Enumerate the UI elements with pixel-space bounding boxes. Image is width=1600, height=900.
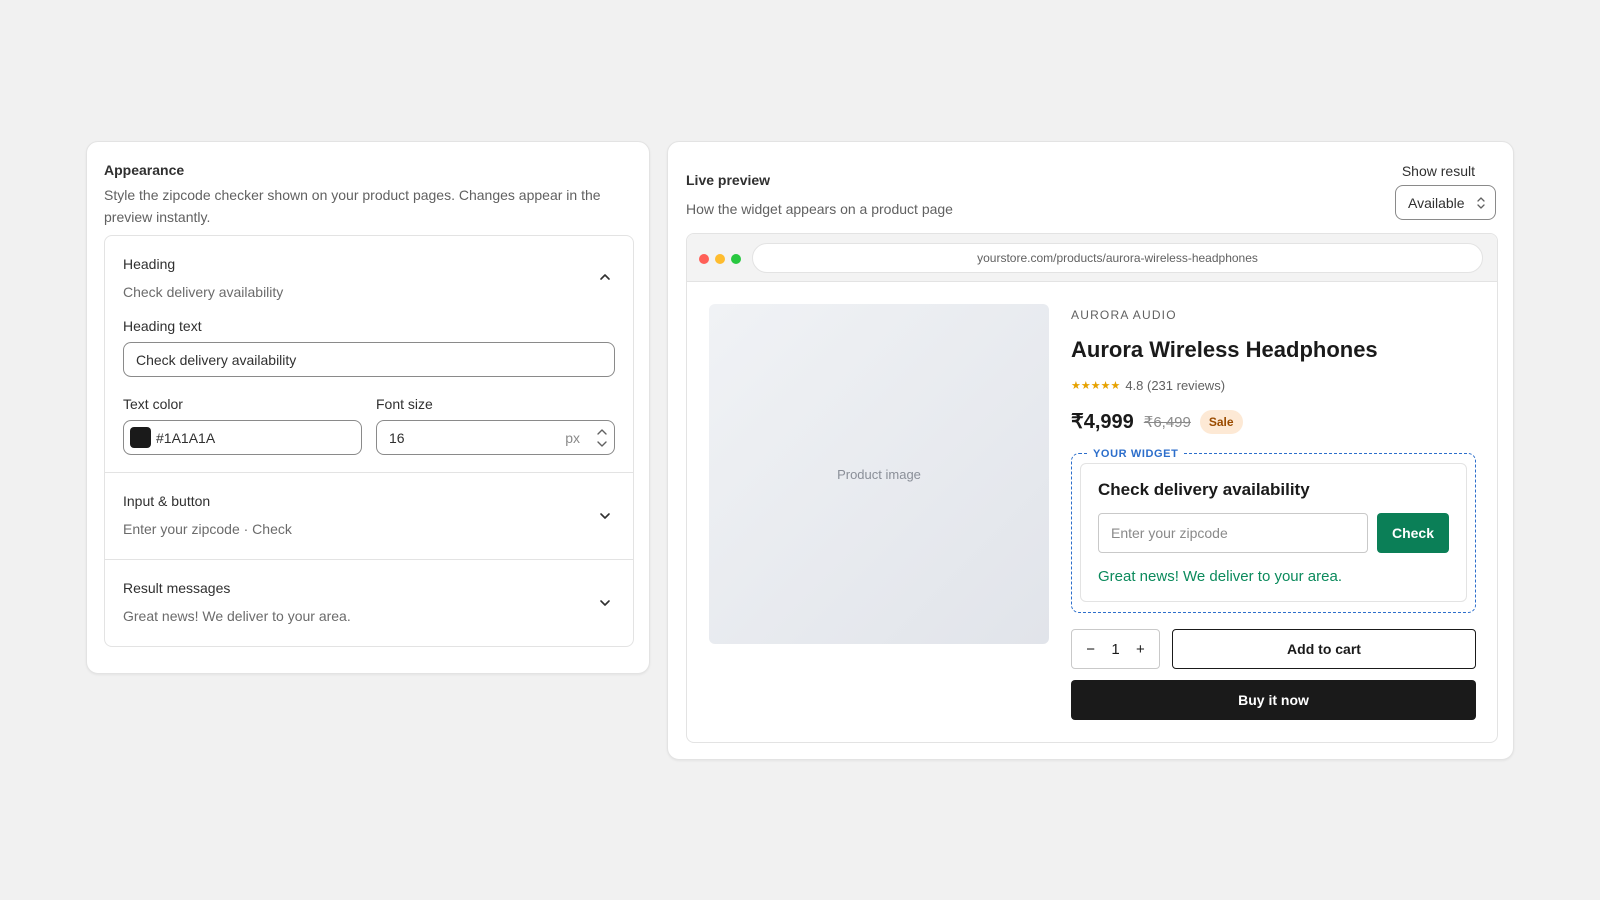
text-color-field: Text color #1A1A1A bbox=[123, 396, 362, 455]
close-dot-icon bbox=[699, 254, 709, 264]
appearance-card: Appearance Style the zipcode checker sho… bbox=[86, 141, 650, 674]
chevron-down-icon[interactable] bbox=[597, 508, 613, 524]
appearance-title: Appearance bbox=[104, 162, 185, 178]
section-title: Result messages bbox=[123, 580, 231, 596]
widget-result-message: Great news! We deliver to your area. bbox=[1098, 568, 1342, 585]
show-result-label: Show result bbox=[1401, 163, 1475, 179]
heading-text-input[interactable]: Check delivery availability bbox=[123, 342, 615, 377]
font-size-label: Font size bbox=[376, 396, 433, 412]
zipcode-widget: Check delivery availability Enter your z… bbox=[1080, 463, 1467, 602]
buy-now-button[interactable]: Buy it now bbox=[1071, 680, 1476, 720]
appearance-description: Style the zipcode checker shown on your … bbox=[104, 187, 601, 225]
product-info: AURORA AUDIO Aurora Wireless Headphones … bbox=[1071, 304, 1476, 720]
show-result-select[interactable]: Available bbox=[1395, 185, 1496, 220]
browser-url-bar: yourstore.com/products/aurora-wireless-h… bbox=[752, 243, 1483, 273]
chevron-up-icon[interactable] bbox=[597, 269, 613, 285]
live-preview-title: Live preview bbox=[686, 172, 771, 188]
section-heading: Heading Check delivery availability Head… bbox=[105, 236, 633, 472]
live-preview-subtitle: How the widget appears on a product page bbox=[686, 201, 953, 217]
color-swatch[interactable] bbox=[130, 427, 151, 448]
section-summary: Check delivery availability bbox=[123, 284, 284, 300]
section-input-button[interactable]: Input & button Enter your zipcode · Chec… bbox=[105, 472, 633, 559]
minimize-dot-icon bbox=[715, 254, 725, 264]
section-title: Input & button bbox=[123, 493, 211, 509]
qty-minus-button[interactable]: − bbox=[1086, 641, 1095, 658]
section-result-messages[interactable]: Result messages Great news! We deliver t… bbox=[105, 559, 633, 646]
add-to-cart-button[interactable]: Add to cart bbox=[1172, 629, 1476, 669]
quantity-stepper[interactable]: − 1 + bbox=[1071, 629, 1160, 669]
heading-text-label: Heading text bbox=[123, 318, 202, 334]
heading-text-value: Check delivery availability bbox=[136, 351, 297, 368]
product-vendor: AURORA AUDIO bbox=[1071, 308, 1177, 322]
widget-heading: Check delivery availability bbox=[1098, 480, 1310, 499]
qty-value: 1 bbox=[1111, 640, 1120, 658]
section-heading-body: Heading text Check delivery availability… bbox=[123, 318, 615, 472]
color-size-row: Text color #1A1A1A Font size 16 px bbox=[123, 396, 615, 455]
cart-row: − 1 + Add to cart bbox=[1071, 629, 1476, 669]
qty-plus-button[interactable]: + bbox=[1136, 641, 1145, 658]
font-size-unit: px bbox=[565, 429, 580, 446]
browser-toolbar: yourstore.com/products/aurora-wireless-h… bbox=[687, 234, 1497, 282]
product-title: Aurora Wireless Headphones bbox=[1071, 337, 1378, 362]
font-size-value: 16 bbox=[389, 429, 405, 446]
product-image-placeholder: Product image bbox=[709, 304, 1049, 644]
product-rating: ★★★★★ 4.8 (231 reviews) bbox=[1071, 378, 1476, 393]
text-color-label: Text color bbox=[123, 396, 183, 412]
show-result-value: Available bbox=[1408, 194, 1465, 211]
widget-tag: YOUR WIDGET bbox=[1087, 448, 1185, 460]
price-row: ₹4,999 ₹6,499 Sale bbox=[1071, 409, 1476, 434]
font-size-input[interactable]: 16 px bbox=[376, 420, 615, 455]
section-summary: Great news! We deliver to your area. bbox=[123, 608, 351, 624]
section-title: Heading bbox=[123, 256, 176, 272]
check-button[interactable]: Check bbox=[1377, 513, 1449, 553]
stepper-icon[interactable] bbox=[596, 426, 608, 450]
widget-input-row: Enter your zipcode Check bbox=[1098, 513, 1449, 553]
font-size-field: Font size 16 px bbox=[376, 396, 615, 455]
rating-stars-icon: ★★★★★ bbox=[1071, 380, 1121, 392]
section-summary: Enter your zipcode · Check bbox=[123, 521, 292, 537]
browser-mockup: yourstore.com/products/aurora-wireless-h… bbox=[686, 233, 1498, 743]
text-color-value: #1A1A1A bbox=[156, 429, 216, 446]
product-price: ₹4,999 bbox=[1071, 411, 1134, 433]
section-result-messages-header[interactable]: Result messages Great news! We deliver t… bbox=[123, 560, 615, 646]
sale-badge: Sale bbox=[1199, 409, 1243, 434]
select-arrows-icon bbox=[1477, 197, 1485, 209]
text-color-input[interactable]: #1A1A1A bbox=[123, 420, 362, 455]
zipcode-input[interactable]: Enter your zipcode bbox=[1098, 513, 1368, 553]
chevron-down-icon[interactable] bbox=[597, 595, 613, 611]
maximize-dot-icon bbox=[731, 254, 741, 264]
section-input-button-header[interactable]: Input & button Enter your zipcode · Chec… bbox=[123, 473, 615, 559]
rating-text: 4.8 (231 reviews) bbox=[1125, 378, 1226, 393]
live-preview-card: Live preview How the widget appears on a… bbox=[667, 141, 1514, 760]
settings-sections: Heading Check delivery availability Head… bbox=[104, 235, 634, 647]
widget-outline: YOUR WIDGET Check delivery availability … bbox=[1071, 448, 1476, 613]
section-heading-header[interactable]: Heading Check delivery availability bbox=[123, 236, 615, 318]
compare-price: ₹6,499 bbox=[1143, 413, 1191, 431]
